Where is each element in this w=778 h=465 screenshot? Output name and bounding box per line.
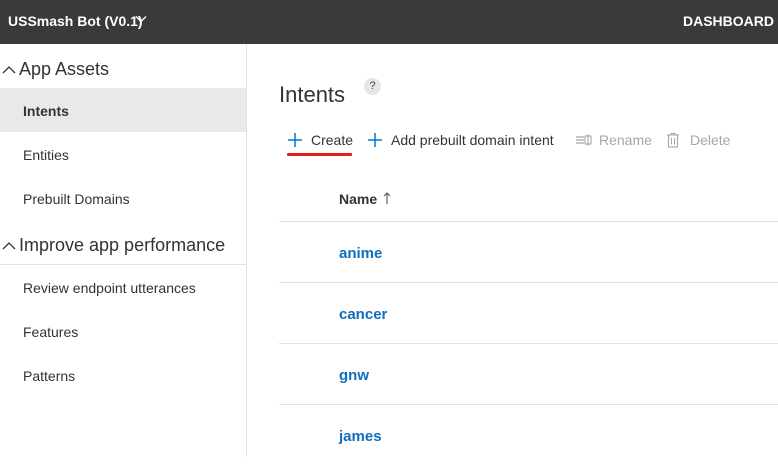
highlight-underline — [287, 153, 352, 156]
chevron-up-icon — [2, 61, 16, 79]
page-title: Intents — [279, 82, 346, 107]
sidebar-item-label: Prebuilt Domains — [23, 191, 130, 207]
plus-icon — [288, 133, 302, 147]
chevron-up-icon — [2, 237, 16, 255]
sidebar: App Assets Intents Entities Prebuilt Dom… — [0, 44, 247, 457]
section-improve-app-performance[interactable]: Improve app performance — [0, 220, 246, 265]
intent-link[interactable]: cancer — [339, 306, 387, 323]
app-title[interactable]: USSmash Bot (V0.1) — [8, 13, 143, 29]
intent-link[interactable]: anime — [339, 245, 382, 262]
sidebar-item-label: Features — [23, 324, 79, 340]
help-icon[interactable]: ? — [364, 78, 381, 95]
create-label: Create — [311, 132, 354, 148]
sidebar-item-prebuilt-domains[interactable]: Prebuilt Domains — [0, 176, 246, 220]
table-row: cancer — [279, 283, 778, 344]
table-row: james — [279, 405, 778, 465]
intent-link[interactable]: james — [339, 428, 382, 445]
rename-button[interactable]: Rename — [575, 131, 652, 151]
section-label: App Assets — [19, 59, 110, 79]
add-prebuilt-domain-intent-button[interactable]: Add prebuilt domain intent — [367, 131, 562, 151]
intent-link[interactable]: gnw — [339, 367, 369, 384]
sidebar-item-features[interactable]: Features — [0, 309, 246, 353]
section-app-assets[interactable]: App Assets — [0, 44, 246, 89]
add-prebuilt-label: Add prebuilt domain intent — [391, 132, 554, 148]
rename-label: Rename — [599, 132, 652, 148]
column-header-name[interactable]: Name — [339, 191, 377, 207]
delete-label: Delete — [690, 132, 731, 148]
sidebar-item-entities[interactable]: Entities — [0, 132, 246, 176]
table-header: Name — [279, 177, 778, 222]
delete-button[interactable]: Delete — [666, 131, 732, 151]
section-label: Improve app performance — [19, 235, 226, 255]
create-button[interactable]: Create — [287, 131, 353, 151]
sort-ascending-icon[interactable] — [383, 192, 391, 210]
dashboard-link[interactable]: DASHBOARD — [683, 13, 774, 29]
sidebar-item-label: Patterns — [23, 368, 76, 384]
sidebar-item-label: Review endpoint utterances — [23, 280, 196, 296]
sidebar-item-label: Intents — [23, 103, 69, 119]
top-bar: USSmash Bot (V0.1) DASHBOARD — [0, 0, 778, 44]
table-row: anime — [279, 222, 778, 283]
sidebar-item-label: Entities — [23, 147, 69, 163]
plus-icon — [368, 133, 382, 147]
trash-icon — [667, 132, 679, 148]
table-row: gnw — [279, 344, 778, 405]
sidebar-item-review-endpoint-utterances[interactable]: Review endpoint utterances — [0, 265, 246, 309]
sidebar-item-patterns[interactable]: Patterns — [0, 353, 246, 397]
sidebar-item-intents[interactable]: Intents — [0, 88, 246, 132]
rename-icon — [576, 134, 592, 146]
chevron-down-icon[interactable] — [135, 12, 147, 30]
